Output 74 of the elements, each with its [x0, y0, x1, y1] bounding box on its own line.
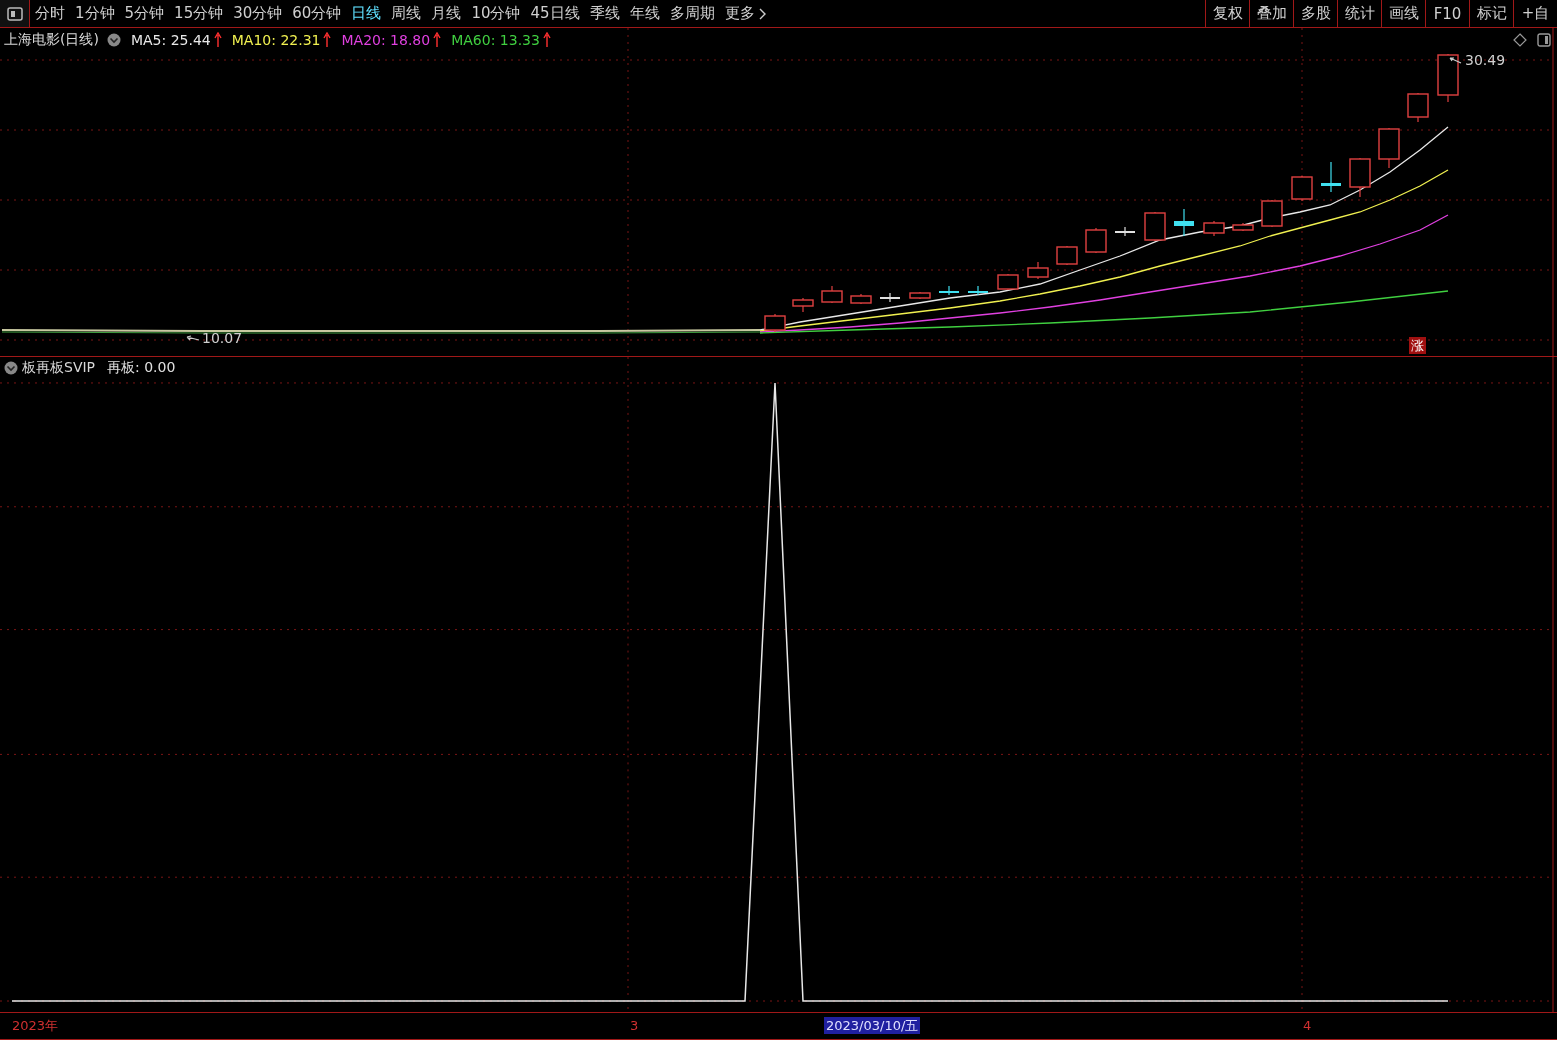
panel-icon	[6, 6, 23, 21]
toolbar-button[interactable]: F10	[1425, 0, 1469, 27]
axis-label: 2023年	[12, 1017, 59, 1034]
period-tab[interactable]: 周线	[386, 0, 427, 27]
toolbar-button[interactable]: 画线	[1381, 0, 1425, 27]
candlestick	[1232, 222, 1254, 232]
period-tab[interactable]: 30分钟	[228, 0, 288, 27]
candlestick	[939, 285, 959, 296]
candlestick	[850, 293, 872, 305]
candlestick	[1144, 211, 1166, 242]
period-tab[interactable]: 季线	[584, 0, 625, 27]
cursor-date-label: 2023/03/10/五	[824, 1017, 921, 1034]
candlestick	[1407, 92, 1429, 123]
low-price-label: 10.07	[202, 330, 243, 346]
period-tab[interactable]: 1分钟	[70, 0, 120, 27]
candlestick	[792, 297, 814, 313]
more-button[interactable]: 更多	[719, 0, 772, 27]
period-tab[interactable]: 15分钟	[169, 0, 229, 27]
toolbar-button[interactable]: 叠加	[1249, 0, 1293, 27]
period-tab[interactable]: 分时	[30, 0, 70, 27]
stock-title: 上海电影(日线)	[4, 31, 99, 49]
candlestick	[1085, 227, 1107, 254]
candlestick	[1291, 175, 1313, 202]
axis-label: 4	[1303, 1017, 1312, 1034]
period-tab[interactable]: 日线	[346, 0, 387, 27]
candlestick	[1056, 245, 1078, 266]
candlestick	[1174, 208, 1194, 237]
moving-average-value: MA20: 18.80	[341, 32, 431, 48]
period-tab[interactable]: 10分钟	[466, 0, 526, 27]
period-tab[interactable]: 60分钟	[287, 0, 347, 27]
chevron-right-icon	[757, 7, 767, 20]
diamond-icon	[1513, 33, 1527, 47]
candlestick	[1261, 199, 1283, 228]
high-price-label: 30.49	[1465, 52, 1506, 68]
toolbar-button[interactable]: +自	[1513, 0, 1557, 27]
dropdown-icon	[106, 33, 121, 47]
axis-label: 3	[630, 1017, 639, 1034]
arrow-up-icon	[542, 32, 551, 48]
candlestick	[1115, 226, 1135, 237]
candlestick	[1203, 220, 1225, 237]
arrow-up-icon	[213, 32, 222, 48]
period-tab[interactable]: 年线	[624, 0, 665, 27]
candlestick	[1378, 127, 1400, 169]
candlestick	[764, 313, 786, 333]
candlestick	[968, 285, 988, 296]
candlestick	[880, 292, 900, 303]
arrow-up-icon	[323, 32, 332, 48]
candlestick	[821, 285, 843, 304]
panel-icon	[1537, 33, 1551, 47]
toolbar-button[interactable]: 复权	[1205, 0, 1249, 27]
limit-up-badge: 涨	[1409, 337, 1426, 354]
toolbar-button[interactable]: 多股	[1293, 0, 1337, 27]
candlestick	[1349, 157, 1371, 198]
indicator-name: 板再板SVIP	[22, 359, 96, 377]
toolbar-button[interactable]: 标记	[1469, 0, 1513, 27]
moving-average-value: MA5: 25.44	[130, 32, 211, 48]
candlestick	[1437, 53, 1459, 103]
candlestick	[1027, 261, 1049, 280]
arrow-up-icon	[433, 32, 442, 48]
arrow-icon	[1448, 55, 1462, 65]
period-tab[interactable]: 多周期	[664, 0, 720, 27]
candlestick	[1321, 161, 1341, 193]
moving-average-value: MA60: 13.33	[451, 32, 540, 48]
toolbar-button[interactable]: 统计	[1337, 0, 1381, 27]
candlestick	[909, 291, 931, 300]
indicator-value: 再板: 0.00	[107, 359, 176, 377]
panel-toggle-button[interactable]	[0, 0, 30, 27]
period-tab[interactable]: 45日线	[525, 0, 585, 27]
arrow-icon	[186, 334, 200, 342]
period-tab[interactable]: 月线	[426, 0, 467, 27]
period-tab[interactable]: 5分钟	[119, 0, 170, 27]
dropdown-icon	[4, 361, 18, 375]
moving-average-value: MA10: 22.31	[231, 32, 321, 48]
candlestick	[997, 273, 1019, 291]
